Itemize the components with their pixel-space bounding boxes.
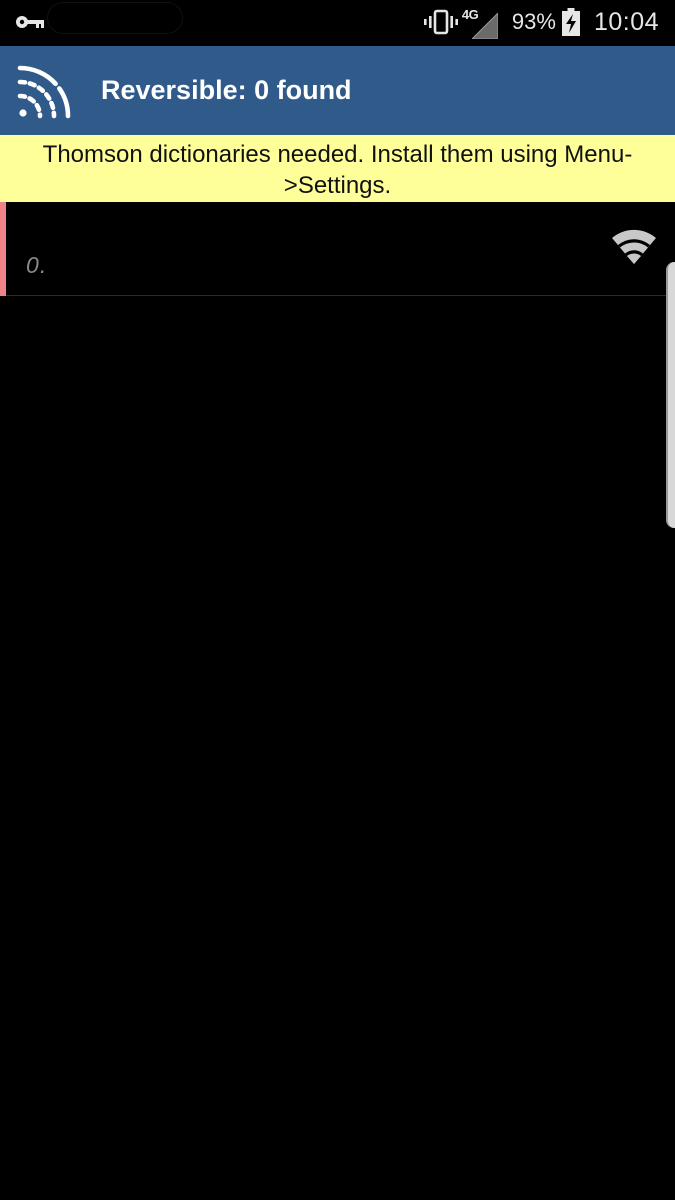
scroll-handle[interactable] — [666, 262, 675, 528]
list-item-accent — [0, 202, 6, 296]
battery-charging-icon — [561, 8, 580, 36]
status-bar: 4G 93% 10:04 — [0, 0, 675, 44]
battery-percent: 93% — [511, 9, 556, 34]
key-icon — [16, 16, 44, 28]
wifi-icon[interactable] — [610, 228, 658, 266]
app-bar: Reversible: 0 found — [0, 46, 675, 135]
vibrate-icon — [423, 9, 458, 35]
list-item[interactable]: 0… — [0, 202, 675, 296]
clock: 10:04 — [593, 7, 659, 36]
status-icons: 4G 93% 10:04 — [423, 0, 659, 44]
page-title: Reversible: 0 found — [101, 75, 352, 105]
warning-banner: Thomson dictionaries needed. Install the… — [0, 135, 675, 202]
list-item-value: 0… — [26, 252, 48, 278]
signal-icon — [471, 13, 498, 39]
signal-indicator: 4G — [462, 5, 498, 39]
redacted-notification — [48, 3, 182, 33]
screen: 4G 93% 10:04 Reversible: 0 found Thomson… — [0, 0, 675, 1200]
signal-waves-icon[interactable] — [14, 60, 76, 122]
